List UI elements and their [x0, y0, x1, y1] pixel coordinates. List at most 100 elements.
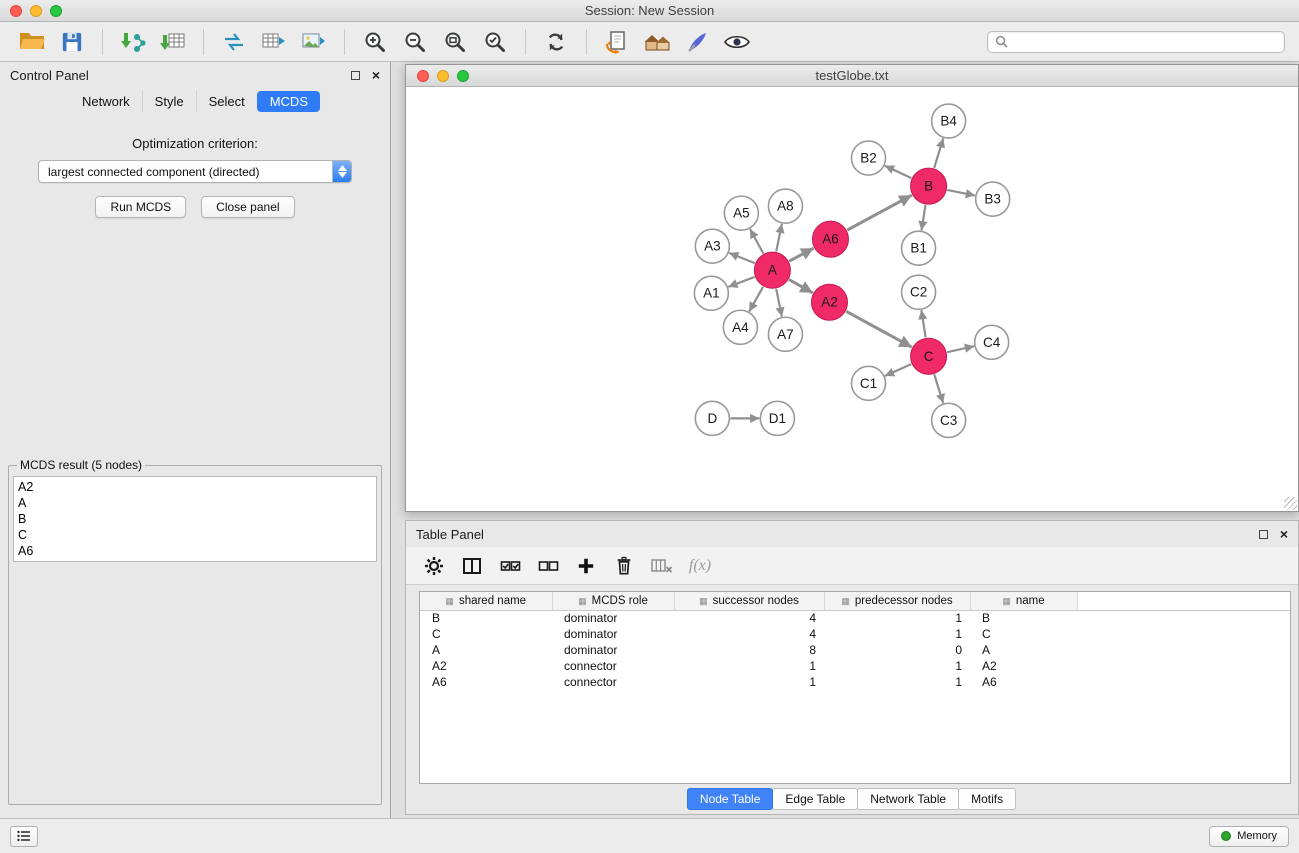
- open-session-button[interactable]: [14, 26, 50, 58]
- graph-edge-A6-B[interactable]: [847, 195, 912, 230]
- graph-node-A4[interactable]: A4: [723, 310, 757, 344]
- zoom-out-button[interactable]: [397, 26, 433, 58]
- graph-node-B[interactable]: B: [911, 168, 947, 204]
- network-zoom-button[interactable]: [457, 70, 469, 82]
- graph-edge-B-B1[interactable]: [921, 205, 925, 231]
- graph-node-C1[interactable]: C1: [851, 366, 885, 400]
- close-panel-icon[interactable]: ×: [372, 68, 380, 82]
- graph-node-B2[interactable]: B2: [851, 141, 885, 175]
- column-header-shared-name[interactable]: ▦shared name: [420, 592, 552, 610]
- export-image-button[interactable]: [296, 26, 332, 58]
- tab-edge-table[interactable]: Edge Table: [772, 788, 858, 810]
- table-row[interactable]: Adominator80A: [420, 642, 1290, 658]
- graph-edge-C-C1[interactable]: [885, 364, 911, 376]
- zoom-window-button[interactable]: [50, 5, 62, 17]
- graph-node-A5[interactable]: A5: [724, 196, 758, 230]
- delete-column-button[interactable]: [608, 551, 640, 581]
- graph-node-A7[interactable]: A7: [768, 317, 802, 351]
- close-panel-button[interactable]: Close panel: [201, 196, 294, 218]
- graph-edge-A-A1[interactable]: [728, 277, 754, 287]
- float-panel-icon[interactable]: [351, 71, 360, 80]
- graph-node-C3[interactable]: C3: [932, 403, 966, 437]
- graph-edge-A-A6[interactable]: [789, 248, 814, 261]
- mcds-result-item[interactable]: A: [18, 495, 372, 511]
- graph-node-A2[interactable]: A2: [811, 284, 847, 320]
- graph-edge-A-A3[interactable]: [729, 253, 755, 263]
- network-minimize-button[interactable]: [437, 70, 449, 82]
- graph-edge-B-B4[interactable]: [934, 138, 943, 168]
- table-row[interactable]: Cdominator41C: [420, 626, 1290, 642]
- graph-node-B4[interactable]: B4: [932, 104, 966, 138]
- graph-edge-B-B2[interactable]: [885, 166, 912, 178]
- graph-edge-A-A8[interactable]: [776, 224, 782, 252]
- graph-node-B1[interactable]: B1: [902, 231, 936, 265]
- zoom-in-button[interactable]: [357, 26, 393, 58]
- tab-network-table[interactable]: Network Table: [857, 788, 959, 810]
- graph-node-C4[interactable]: C4: [975, 325, 1009, 359]
- network-share-button[interactable]: [216, 26, 252, 58]
- mcds-result-item[interactable]: A2: [18, 479, 372, 495]
- style-brush-button[interactable]: [679, 26, 715, 58]
- float-table-panel-icon[interactable]: [1259, 530, 1268, 539]
- graph-edge-C-C2[interactable]: [921, 310, 925, 337]
- graph-node-A1[interactable]: A1: [694, 276, 728, 310]
- tab-style[interactable]: Style: [142, 91, 196, 112]
- graph-edge-A-A5[interactable]: [750, 229, 763, 254]
- import-network-from-file-button[interactable]: [115, 26, 151, 58]
- table-settings-button[interactable]: [418, 551, 450, 581]
- tab-network[interactable]: Network: [70, 91, 142, 112]
- graph-node-B3[interactable]: B3: [976, 182, 1010, 216]
- run-mcds-button[interactable]: Run MCDS: [95, 196, 186, 218]
- network-view[interactable]: B4B2BB3A5A8A6B1A3AC2A1A2A4A7C4CC1C3DD1: [406, 87, 1298, 511]
- resize-grip[interactable]: [1284, 497, 1297, 510]
- table-row[interactable]: Bdominator41B: [420, 610, 1290, 626]
- graph-node-A6[interactable]: A6: [812, 221, 848, 257]
- mcds-result-item[interactable]: B: [18, 511, 372, 527]
- zoom-fit-button[interactable]: [437, 26, 473, 58]
- open-report-button[interactable]: [599, 26, 635, 58]
- search-box[interactable]: [987, 31, 1285, 53]
- mcds-result-item[interactable]: C: [18, 527, 372, 543]
- graph-edge-A2-C[interactable]: [846, 311, 912, 347]
- tab-node-table[interactable]: Node Table: [687, 788, 774, 810]
- select-all-rows-button[interactable]: [494, 551, 526, 581]
- close-table-panel-icon[interactable]: ×: [1280, 527, 1288, 541]
- home-button[interactable]: [639, 26, 675, 58]
- graph-edge-A-A4[interactable]: [749, 287, 763, 312]
- export-table-button[interactable]: [256, 26, 292, 58]
- graph-node-C[interactable]: C: [911, 338, 947, 374]
- add-column-button[interactable]: [570, 551, 602, 581]
- delete-table-button[interactable]: [646, 551, 678, 581]
- minimize-window-button[interactable]: [30, 5, 42, 17]
- graph-edge-A-A7[interactable]: [776, 289, 782, 317]
- tab-motifs[interactable]: Motifs: [958, 788, 1016, 810]
- show-columns-button[interactable]: [456, 551, 488, 581]
- zoom-selected-button[interactable]: [477, 26, 513, 58]
- node-table[interactable]: ▦shared name▦MCDS role▦successor nodes▦p…: [419, 591, 1291, 784]
- refresh-view-button[interactable]: [538, 26, 574, 58]
- column-header-predecessor-nodes[interactable]: ▦predecessor nodes: [824, 592, 970, 610]
- network-window-titlebar[interactable]: testGlobe.txt: [406, 65, 1298, 87]
- graph-node-A3[interactable]: A3: [695, 229, 729, 263]
- graph-edge-C-C4[interactable]: [947, 346, 974, 352]
- graph-edge-A-A2[interactable]: [789, 280, 813, 293]
- network-close-button[interactable]: [417, 70, 429, 82]
- deselect-all-rows-button[interactable]: [532, 551, 564, 581]
- graph-node-C2[interactable]: C2: [902, 275, 936, 309]
- graph-node-A8[interactable]: A8: [768, 189, 802, 223]
- optimization-criterion-dropdown[interactable]: largest connected component (directed): [38, 160, 352, 183]
- mcds-result-item[interactable]: A6: [18, 543, 372, 559]
- memory-button[interactable]: Memory: [1209, 826, 1289, 847]
- table-row[interactable]: A2connector11A2: [420, 658, 1290, 674]
- task-history-button[interactable]: [10, 826, 38, 847]
- column-header-name[interactable]: ▦name: [970, 592, 1077, 610]
- column-header-mcds-role[interactable]: ▦MCDS role: [552, 592, 674, 610]
- table-row[interactable]: A6connector11A6: [420, 674, 1290, 690]
- save-session-button[interactable]: [54, 26, 90, 58]
- graph-node-D[interactable]: D: [695, 401, 729, 435]
- function-builder-button[interactable]: f(x): [684, 551, 716, 581]
- import-table-from-file-button[interactable]: [155, 26, 191, 58]
- search-input[interactable]: [1014, 35, 1277, 49]
- graph-node-D1[interactable]: D1: [760, 401, 794, 435]
- tab-mcds[interactable]: MCDS: [257, 91, 320, 112]
